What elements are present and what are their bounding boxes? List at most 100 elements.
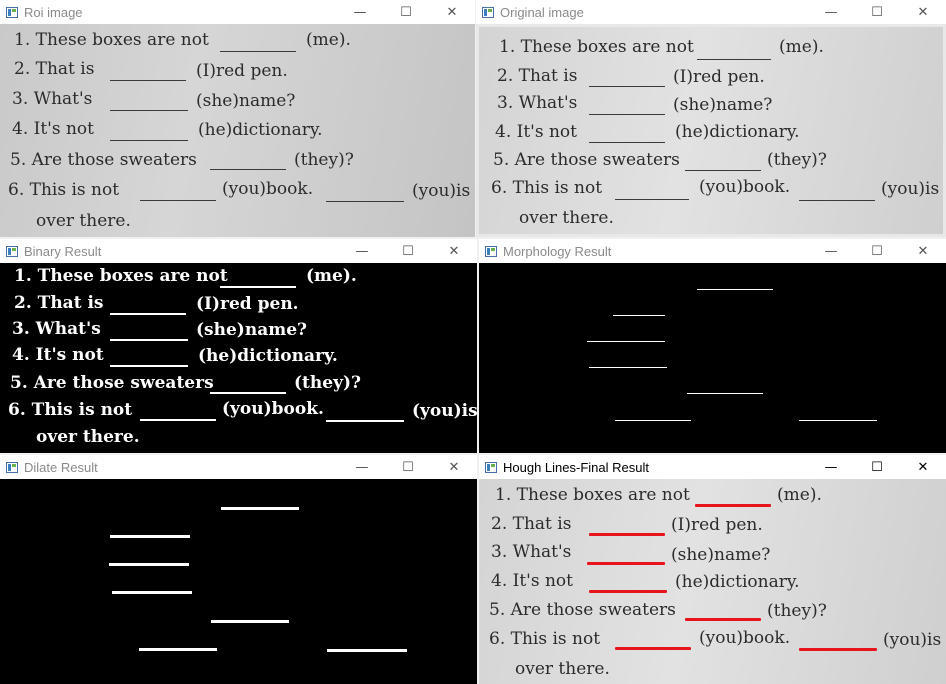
detected-line-7 (799, 648, 877, 651)
hough-result-titlebar[interactable]: Hough Lines-Final Result — ☐ ✕ (479, 455, 946, 479)
close-button[interactable]: ✕ (431, 239, 477, 263)
text-line-1-end: (me). (777, 485, 822, 505)
blank-1 (220, 51, 296, 52)
blank-7 (326, 201, 404, 202)
close-button[interactable]: ✕ (900, 239, 946, 263)
text-line-1: 1. These boxes are not (14, 266, 228, 286)
text-line-2: 2. That is (14, 59, 95, 79)
app-window-icon (485, 461, 497, 473)
text-line-3-end: (she)name? (671, 545, 771, 565)
text-line-4-end: (he)dictionary. (675, 122, 800, 142)
blank-2 (589, 86, 665, 87)
binary-result-titlebar[interactable]: Binary Result — ☐ ✕ (0, 239, 477, 263)
text-line-3-end: (she)name? (673, 95, 773, 115)
detected-line-4 (589, 590, 667, 593)
text-line-4-end: (he)dictionary. (675, 572, 800, 592)
text-line-2-end: (I)red pen. (196, 294, 299, 314)
minimize-button[interactable]: — (337, 0, 383, 24)
text-line-4-end: (he)dictionary. (198, 120, 323, 140)
dilated-line-5 (211, 620, 289, 623)
roi-image-canvas: 1. These boxes are not (me). 2. That is … (0, 24, 475, 237)
close-button[interactable]: ✕ (431, 455, 477, 479)
text-line-6: 6. This is not (8, 400, 133, 420)
detected-line-2 (589, 533, 665, 536)
text-line-2: 2. That is (497, 66, 578, 86)
text-line-5-end: (they)? (767, 150, 827, 170)
app-window-icon (485, 245, 497, 257)
blank-3 (110, 339, 188, 341)
dilate-result-canvas (0, 479, 477, 684)
text-line-4: 4. It's not (491, 571, 573, 591)
text-line-7: over there. (36, 211, 131, 231)
extracted-line-1 (697, 289, 773, 290)
text-line-5: 5. Are those sweaters (10, 373, 214, 393)
maximize-button[interactable]: ☐ (383, 0, 429, 24)
blank-3 (110, 110, 188, 111)
text-line-6-mid: (you)book. (699, 628, 791, 648)
text-line-4-end: (he)dictionary. (198, 346, 338, 366)
text-line-2-end: (I)red pen. (671, 515, 763, 535)
close-button[interactable]: ✕ (429, 0, 475, 24)
blank-1 (220, 286, 296, 288)
dilated-line-1 (221, 507, 299, 510)
minimize-button[interactable]: — (808, 455, 854, 479)
detected-line-3 (587, 562, 665, 565)
text-line-7: over there. (515, 659, 610, 679)
blank-6 (615, 199, 689, 200)
text-line-2-end: (I)red pen. (196, 61, 288, 81)
dilated-line-7 (327, 649, 407, 652)
text-line-5-end: (they)? (294, 150, 354, 170)
maximize-button[interactable]: ☐ (385, 455, 431, 479)
original-image-canvas: 1. These boxes are not (me). 2. That is … (476, 24, 946, 237)
text-line-5: 5. Are those sweaters (10, 150, 197, 170)
morphology-result-titlebar[interactable]: Morphology Result — ☐ ✕ (479, 239, 946, 263)
dilated-line-2 (110, 535, 190, 538)
blank-4 (110, 140, 188, 141)
text-line-6-mid: (you)book. (699, 177, 791, 197)
text-line-3: 3. What's (12, 89, 93, 109)
text-line-5: 5. Are those sweaters (493, 150, 680, 170)
text-line-5-end: (they)? (294, 373, 361, 393)
minimize-button[interactable]: — (808, 239, 854, 263)
close-button[interactable]: ✕ (900, 455, 946, 479)
roi-image-titlebar[interactable]: Roi image — ☐ ✕ (0, 0, 475, 24)
minimize-button[interactable]: — (339, 239, 385, 263)
minimize-button[interactable]: — (339, 455, 385, 479)
extracted-line-2 (613, 315, 665, 316)
maximize-button[interactable]: ☐ (385, 239, 431, 263)
blank-5 (210, 392, 286, 394)
minimize-button[interactable]: — (808, 0, 854, 24)
maximize-button[interactable]: ☐ (854, 239, 900, 263)
text-line-3: 3. What's (12, 319, 101, 339)
maximize-button[interactable]: ☐ (854, 455, 900, 479)
blank-3 (589, 114, 665, 115)
text-line-1-end: (me). (779, 37, 824, 57)
text-line-4: 4. It's not (495, 122, 577, 142)
close-button[interactable]: ✕ (900, 0, 946, 24)
morphology-result-window: Morphology Result — ☐ ✕ (479, 239, 946, 453)
blank-2 (110, 80, 186, 81)
extracted-line-3 (587, 341, 665, 342)
text-line-7: over there. (36, 427, 140, 447)
dilate-result-titlebar[interactable]: Dilate Result — ☐ ✕ (0, 455, 477, 479)
blank-2 (110, 313, 186, 315)
hough-result-canvas: 1. These boxes are not (me). 2. That is … (479, 479, 946, 684)
text-line-6-mid: (you)book. (222, 399, 324, 419)
text-line-1-end: (me). (306, 266, 357, 286)
blank-6 (140, 200, 216, 201)
text-line-1: 1. These boxes are not (499, 37, 694, 57)
text-line-1: 1. These boxes are not (495, 485, 690, 505)
window-title: Morphology Result (503, 243, 612, 259)
extracted-line-7 (799, 420, 877, 421)
text-line-3: 3. What's (491, 542, 572, 562)
blank-6 (140, 419, 216, 421)
text-line-4: 4. It's not (12, 345, 104, 365)
original-image-titlebar[interactable]: Original image — ☐ ✕ (476, 0, 946, 24)
text-line-3-end: (she)name? (196, 91, 296, 111)
dilated-line-3 (109, 563, 189, 566)
text-line-6-end: (you)is (881, 179, 940, 199)
window-title: Hough Lines-Final Result (503, 459, 649, 475)
maximize-button[interactable]: ☐ (854, 0, 900, 24)
app-window-icon (6, 6, 18, 18)
window-title: Roi image (24, 4, 83, 20)
